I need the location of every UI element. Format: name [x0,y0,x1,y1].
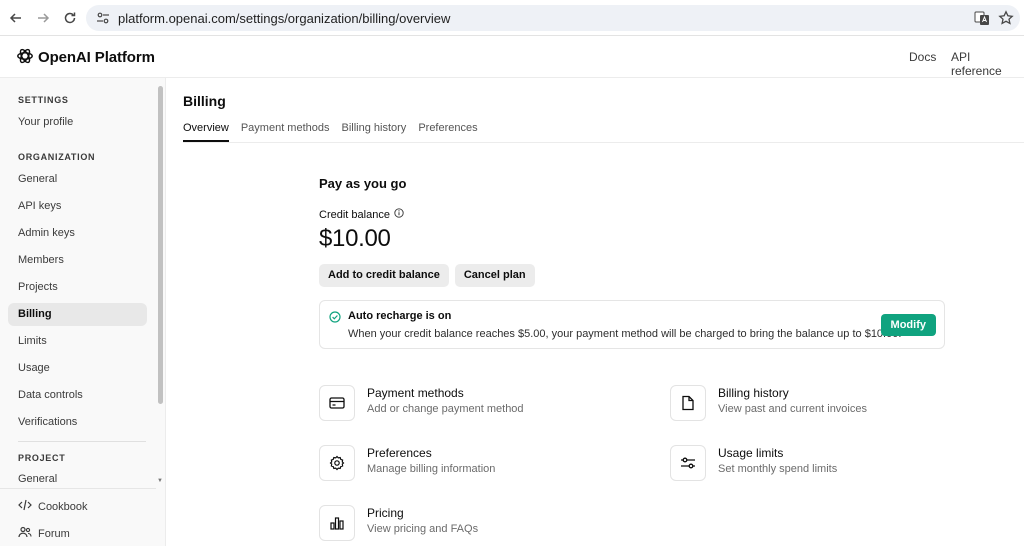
sidebar-item-forum[interactable]: Forum [18,526,70,541]
tabs-divider [183,142,1024,143]
sidebar-item-admin-keys[interactable]: Admin keys [8,222,147,245]
tab-payment-methods[interactable]: Payment methods [241,122,330,142]
add-to-credit-balance-button[interactable]: Add to credit balance [319,264,449,287]
scroll-down-arrow-icon[interactable]: ▼ [157,478,163,484]
tab-billing-history[interactable]: Billing history [342,122,407,142]
info-icon[interactable] [394,208,404,221]
card-title: Pricing [367,506,404,520]
card-usage-limits[interactable]: Usage limits Set monthly spend limits [670,445,930,485]
credit-card-icon [319,385,355,421]
card-title: Usage limits [718,446,784,460]
card-subtitle: View past and current invoices [718,403,867,415]
sidebar-section-settings: SETTINGS [18,95,69,105]
back-icon[interactable] [6,8,26,28]
auto-recharge-description: When your credit balance reaches $5.00, … [348,328,902,340]
reload-icon[interactable] [60,8,80,28]
bar-chart-icon [319,505,355,541]
forward-icon[interactable] [33,8,53,28]
tab-preferences[interactable]: Preferences [418,122,477,142]
credit-balance-label-text: Credit balance [319,208,390,221]
main-content: Billing Overview Payment methods Billing… [166,78,1024,546]
sidebar-item-verifications[interactable]: Verifications [8,411,147,434]
brand[interactable]: OpenAI Platform [16,47,155,68]
sidebar-item-cookbook[interactable]: Cookbook [18,499,88,514]
sidebar-item-api-keys[interactable]: API keys [8,195,147,218]
sidebar-item-usage[interactable]: Usage [8,357,147,380]
card-title: Payment methods [367,386,464,400]
cancel-plan-button[interactable]: Cancel plan [454,264,535,287]
document-icon [670,385,706,421]
sidebar-scroll-area: SETTINGS Your profile ORGANIZATION Gener… [0,78,156,488]
code-icon [18,499,32,514]
sidebar-item-members[interactable]: Members [8,249,147,272]
translate-icon[interactable] [974,10,990,29]
card-payment-methods[interactable]: Payment methods Add or change payment me… [319,385,579,425]
brand-name: OpenAI Platform [38,49,155,66]
card-pricing[interactable]: Pricing View pricing and FAQs [319,505,579,545]
sidebar-divider [18,441,146,442]
api-reference-link[interactable]: API reference [951,50,1024,78]
plan-heading: Pay as you go [319,176,407,191]
sidebar-section-project: PROJECT [18,453,66,463]
card-billing-history[interactable]: Billing history View past and current in… [670,385,930,425]
check-circle-icon [329,311,341,326]
sidebar-item-your-profile[interactable]: Your profile [8,111,147,134]
card-subtitle: Add or change payment method [367,403,524,415]
sidebar-scrollbar[interactable]: ▼ [157,84,164,484]
forum-label: Forum [38,527,70,540]
auto-recharge-banner: Auto recharge is on When your credit bal… [319,300,945,349]
billing-tabs: Overview Payment methods Billing history… [183,122,478,142]
url-text: platform.openai.com/settings/organizatio… [118,11,451,26]
sidebar-footer: Cookbook Forum [0,488,156,540]
sidebar-item-general[interactable]: General [8,168,147,191]
app-header: OpenAI Platform Docs API reference [0,36,1024,78]
billing-overview: Pay as you go Credit balance $10.00 Add … [319,176,949,541]
sidebar-item-data-controls[interactable]: Data controls [8,384,147,407]
card-preferences[interactable]: Preferences Manage billing information [319,445,579,485]
site-settings-icon[interactable] [96,11,110,28]
bookmark-star-icon[interactable] [998,10,1014,29]
browser-toolbar: platform.openai.com/settings/organizatio… [0,0,1024,36]
sidebar-scrollbar-thumb[interactable] [158,86,163,404]
card-title: Billing history [718,386,789,400]
sidebar-item-project-general[interactable]: General [8,468,147,488]
credit-balance-amount: $10.00 [319,225,391,252]
sidebar-section-organization: ORGANIZATION [18,152,96,162]
openai-logo-icon [16,47,34,68]
auto-recharge-title: Auto recharge is on [348,310,452,322]
card-subtitle: View pricing and FAQs [367,523,479,535]
tab-overview[interactable]: Overview [183,122,229,142]
gear-icon [319,445,355,481]
docs-link[interactable]: Docs [909,50,936,64]
sliders-icon [670,445,706,481]
billing-actions: Add to credit balance Cancel plan [319,264,535,287]
card-title: Preferences [367,446,432,460]
card-subtitle: Manage billing information [367,463,496,475]
sidebar-item-limits[interactable]: Limits [8,330,147,353]
page-title: Billing [183,93,226,109]
credit-balance-label: Credit balance [319,208,404,221]
address-bar[interactable]: platform.openai.com/settings/organizatio… [86,5,1020,31]
sidebar-item-billing[interactable]: Billing [8,303,147,326]
sidebar: SETTINGS Your profile ORGANIZATION Gener… [0,78,166,546]
cookbook-label: Cookbook [38,500,88,513]
modify-button[interactable]: Modify [880,314,936,336]
card-subtitle: Set monthly spend limits [718,463,838,475]
sidebar-item-projects[interactable]: Projects [8,276,147,299]
people-icon [18,526,32,541]
